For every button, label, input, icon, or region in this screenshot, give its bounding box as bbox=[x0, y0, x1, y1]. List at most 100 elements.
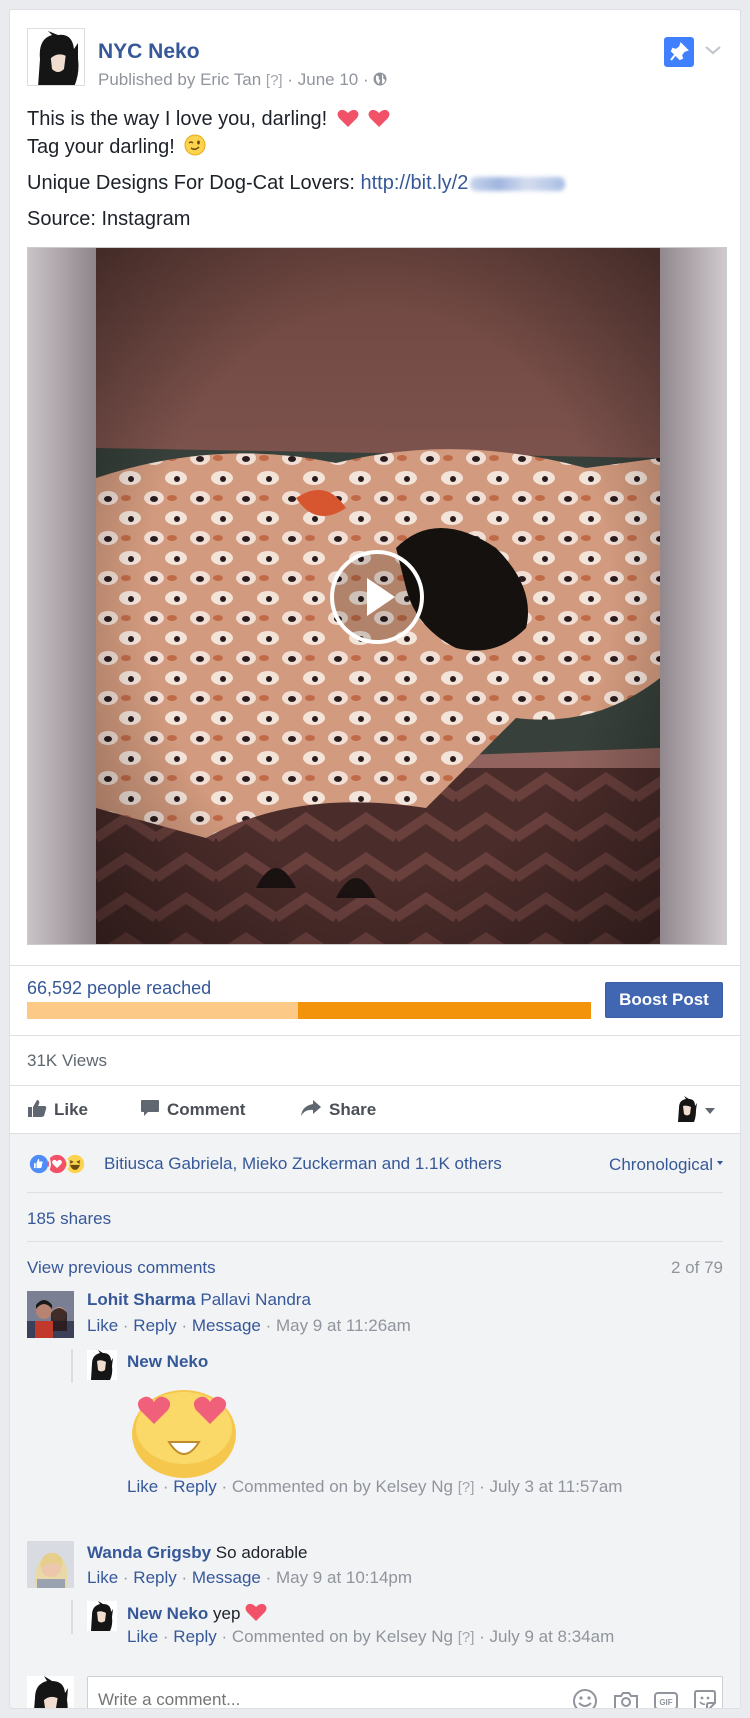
sticker-icon[interactable] bbox=[692, 1688, 718, 1709]
published-by[interactable]: Published by Eric Tan bbox=[98, 70, 261, 89]
wink-emoji-icon bbox=[184, 134, 206, 156]
reply-like-link[interactable]: Like bbox=[127, 1627, 158, 1646]
comment-message-link[interactable]: Message bbox=[192, 1316, 261, 1335]
chevron-down-icon bbox=[705, 46, 721, 55]
comment-composer[interactable]: GIF bbox=[87, 1676, 723, 1709]
commented-on-by[interactable]: Commented on by Kelsey Ng bbox=[232, 1477, 453, 1496]
comment-like-link[interactable]: Like bbox=[87, 1316, 118, 1335]
reply-thread-line bbox=[71, 1600, 73, 1634]
blurred-link-part bbox=[470, 176, 566, 191]
comment-actions: Like · Reply · Message · May 9 at 10:14p… bbox=[87, 1568, 413, 1587]
video-side-blur bbox=[658, 248, 726, 944]
help-mark[interactable]: [?] bbox=[266, 72, 283, 89]
help-mark[interactable]: [?] bbox=[458, 1479, 475, 1496]
comment-actions: Like · Reply · Message · May 9 at 11:26a… bbox=[87, 1316, 411, 1335]
share-button[interactable]: Share bbox=[300, 1098, 376, 1120]
post-card: NYC Neko Published by Eric Tan [?] · Jun… bbox=[9, 9, 741, 1709]
comment-like-link[interactable]: Like bbox=[87, 1568, 118, 1587]
divider bbox=[10, 965, 740, 966]
reach-progress-bar bbox=[27, 1002, 591, 1019]
reply-body: New Neko yep bbox=[127, 1602, 267, 1624]
action-bar: Like Comment Share bbox=[10, 1085, 740, 1133]
avatar[interactable] bbox=[27, 1541, 74, 1588]
pin-icon bbox=[670, 42, 689, 61]
post-text-line: Tag your darling! bbox=[27, 136, 175, 158]
comment-icon bbox=[141, 1100, 159, 1116]
like-button[interactable]: Like bbox=[27, 1098, 88, 1120]
help-mark[interactable]: [?] bbox=[458, 1629, 475, 1646]
page-avatar[interactable] bbox=[27, 28, 85, 86]
video-player[interactable] bbox=[27, 247, 727, 945]
reaction-names[interactable]: Bitiusca Gabriela, Mieko Zuckerman and 1… bbox=[104, 1154, 502, 1174]
comment-body: Lohit Sharma Pallavi Nandra bbox=[87, 1290, 311, 1310]
globe-icon[interactable] bbox=[373, 72, 387, 86]
actor-selector[interactable] bbox=[674, 1096, 720, 1124]
comment-sort-dropdown[interactable]: Chronological bbox=[609, 1155, 723, 1175]
comment-author[interactable]: Lohit Sharma bbox=[87, 1290, 196, 1309]
reply-reply-link[interactable]: Reply bbox=[173, 1477, 216, 1496]
tagged-name[interactable]: Pallavi Nandra bbox=[200, 1290, 311, 1309]
view-previous-comments[interactable]: View previous comments bbox=[27, 1258, 216, 1278]
heart-icon bbox=[368, 109, 390, 127]
comment-message-link[interactable]: Message bbox=[192, 1568, 261, 1587]
like-reaction-icon bbox=[27, 1152, 51, 1176]
like-label: Like bbox=[54, 1100, 89, 1119]
shares-link[interactable]: 185 shares bbox=[27, 1209, 111, 1229]
heart-icon bbox=[245, 1603, 267, 1621]
chevron-down-icon bbox=[705, 1108, 715, 1114]
comment-text: So adorable bbox=[215, 1543, 308, 1562]
reply-body: New Neko bbox=[127, 1352, 208, 1372]
reply-author[interactable]: New Neko bbox=[127, 1604, 208, 1623]
separator: · bbox=[287, 70, 293, 89]
comment-reply-link[interactable]: Reply bbox=[133, 1316, 176, 1335]
comment-pager: 2 of 79 bbox=[671, 1258, 723, 1277]
reply-author[interactable]: New Neko bbox=[127, 1352, 208, 1371]
post-text-line: Unique Designs For Dog-Cat Lovers: bbox=[27, 172, 355, 194]
avatar[interactable] bbox=[27, 1676, 74, 1708]
divider bbox=[27, 1192, 723, 1193]
svg-text:GIF: GIF bbox=[659, 1698, 672, 1707]
reply-like-link[interactable]: Like bbox=[127, 1477, 158, 1496]
reply-reply-link[interactable]: Reply bbox=[173, 1627, 216, 1646]
post-meta: Published by Eric Tan [?] · June 10 · bbox=[98, 70, 387, 90]
separator: · bbox=[362, 70, 369, 89]
share-label: Share bbox=[329, 1100, 377, 1119]
avatar[interactable] bbox=[27, 1291, 74, 1338]
comment-author[interactable]: Wanda Grigsby bbox=[87, 1543, 211, 1562]
comment-reply-link[interactable]: Reply bbox=[133, 1568, 176, 1587]
commented-on-by[interactable]: Commented on by Kelsey Ng bbox=[232, 1627, 453, 1646]
heart-eyes-sticker bbox=[132, 1390, 236, 1478]
reply-actions: Like · Reply · Commented on by Kelsey Ng… bbox=[127, 1477, 623, 1496]
people-reached-link[interactable]: 66,592 people reached bbox=[27, 978, 211, 999]
play-icon[interactable] bbox=[328, 548, 426, 646]
heart-icon bbox=[337, 109, 359, 127]
post-text-line: This is the way I love you, darling! bbox=[27, 108, 328, 130]
view-count: 31K Views bbox=[27, 1051, 108, 1070]
camera-icon[interactable] bbox=[613, 1688, 639, 1709]
divider bbox=[10, 1035, 740, 1036]
reach-progress-fill bbox=[297, 1002, 591, 1019]
avatar[interactable] bbox=[87, 1350, 117, 1380]
reply-time[interactable]: July 9 at 8:34am bbox=[490, 1627, 615, 1646]
avatar[interactable] bbox=[87, 1601, 117, 1631]
comment-time[interactable]: May 9 at 11:26am bbox=[276, 1316, 411, 1335]
gif-icon[interactable]: GIF bbox=[653, 1688, 679, 1709]
post-header: NYC Neko Published by Eric Tan [?] · Jun… bbox=[27, 28, 723, 90]
comment-button[interactable]: Comment bbox=[140, 1098, 245, 1120]
pin-button[interactable] bbox=[664, 37, 694, 67]
reply-actions: Like · Reply · Commented on by Kelsey Ng… bbox=[127, 1627, 615, 1646]
reply-text: yep bbox=[212, 1604, 241, 1623]
page-name[interactable]: NYC Neko bbox=[98, 40, 200, 64]
post-options-button[interactable] bbox=[703, 40, 723, 60]
share-icon bbox=[301, 1100, 321, 1116]
post-link[interactable]: http://bit.ly/2 bbox=[360, 172, 468, 194]
comment-input[interactable] bbox=[98, 1687, 498, 1708]
boost-post-button[interactable]: Boost Post bbox=[605, 982, 723, 1018]
post-text-line: Source: Instagram bbox=[27, 208, 191, 230]
post-date[interactable]: June 10 bbox=[298, 70, 359, 89]
smiley-icon[interactable] bbox=[572, 1688, 598, 1709]
reply-time[interactable]: July 3 at 11:57am bbox=[490, 1477, 623, 1496]
comment-time[interactable]: May 9 at 10:14pm bbox=[276, 1568, 412, 1587]
comment-body: Wanda Grigsby So adorable bbox=[87, 1543, 307, 1563]
comments-section: Bitiusca Gabriela, Mieko Zuckerman and 1… bbox=[10, 1133, 740, 1708]
